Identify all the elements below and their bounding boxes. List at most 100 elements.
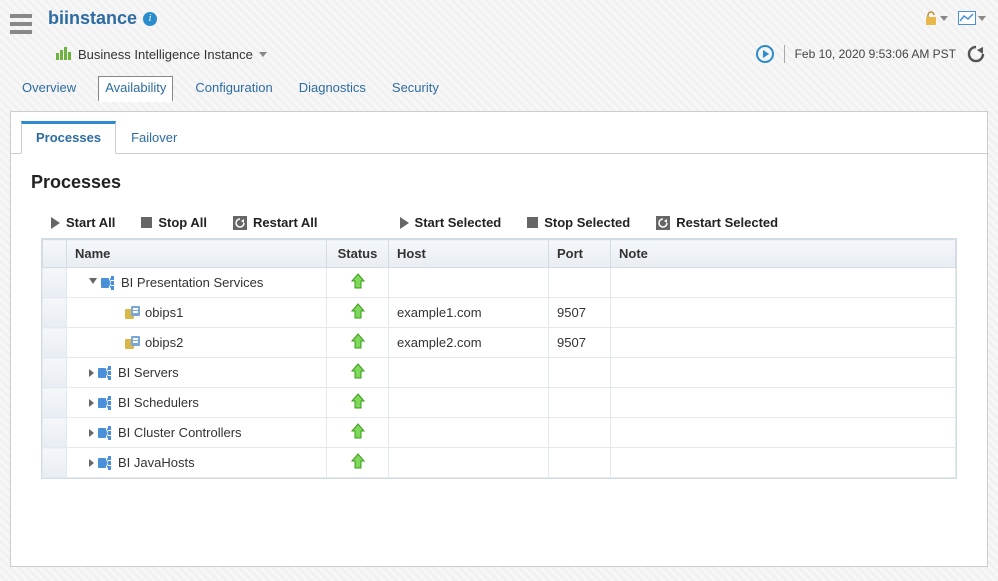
table-row[interactable]: BI Cluster Controllers: [43, 418, 956, 448]
page-title: biinstance: [48, 8, 137, 29]
host-cell: [389, 448, 549, 478]
port-cell: [549, 418, 611, 448]
component-icon: [98, 396, 114, 410]
note-cell: [611, 268, 956, 298]
expand-icon[interactable]: [89, 429, 94, 437]
collapse-icon[interactable]: [89, 278, 97, 288]
process-toolbar: Start All Stop All Restart All Start Sel…: [11, 211, 987, 238]
restart-icon: [233, 216, 247, 230]
instance-label: Business Intelligence Instance: [78, 47, 253, 62]
host-cell: [389, 418, 549, 448]
status-up-icon: [351, 393, 365, 409]
caret-down-icon: [259, 52, 267, 57]
component-icon: [98, 366, 114, 380]
col-status[interactable]: Status: [327, 240, 389, 268]
row-gutter: [43, 358, 67, 388]
table-row[interactable]: obips1 example1.com9507: [43, 298, 956, 328]
col-host[interactable]: Host: [389, 240, 549, 268]
expand-icon[interactable]: [89, 459, 94, 467]
tab-configuration[interactable]: Configuration: [191, 76, 276, 102]
process-name: BI Presentation Services: [121, 275, 263, 290]
expand-icon[interactable]: [89, 369, 94, 377]
tab-overview[interactable]: Overview: [18, 76, 80, 102]
host-cell: [389, 358, 549, 388]
process-name: BI Servers: [118, 365, 179, 380]
play-icon: [400, 217, 409, 229]
table-row[interactable]: obips2example2.com9507: [43, 328, 956, 358]
instance-type-dropdown[interactable]: Business Intelligence Instance: [56, 47, 267, 62]
component-icon: [98, 426, 114, 440]
play-button[interactable]: [756, 45, 774, 63]
table-row[interactable]: BI Servers: [43, 358, 956, 388]
col-name[interactable]: Name: [67, 240, 327, 268]
tab-diagnostics[interactable]: Diagnostics: [295, 76, 370, 102]
start-all-button[interactable]: Start All: [51, 215, 115, 230]
component-icon: [98, 456, 114, 470]
host-cell: example1.com: [389, 298, 549, 328]
restart-all-button[interactable]: Restart All: [233, 215, 318, 230]
col-expand: [43, 240, 67, 268]
divider: [784, 45, 785, 63]
col-note[interactable]: Note: [611, 240, 956, 268]
sub-tabs: ProcessesFailover: [11, 112, 987, 154]
port-cell: 9507: [549, 298, 611, 328]
col-port[interactable]: Port: [549, 240, 611, 268]
menu-icon[interactable]: [8, 12, 38, 36]
content-panel: ProcessesFailover Processes Start All St…: [10, 111, 988, 567]
process-name: BI Cluster Controllers: [118, 425, 242, 440]
note-cell: [611, 448, 956, 478]
restart-icon: [656, 216, 670, 230]
subtab-failover[interactable]: Failover: [116, 121, 192, 154]
stop-icon: [527, 217, 538, 228]
instance-icon: [125, 336, 141, 350]
process-name: obips2: [145, 335, 183, 350]
note-cell: [611, 388, 956, 418]
note-cell: [611, 418, 956, 448]
row-gutter: [43, 418, 67, 448]
table-row[interactable]: BI Presentation Services: [43, 268, 956, 298]
status-up-icon: [351, 273, 365, 289]
note-cell: [611, 358, 956, 388]
host-cell: [389, 388, 549, 418]
status-up-icon: [351, 423, 365, 439]
start-selected-button[interactable]: Start Selected: [400, 215, 502, 230]
note-cell: [611, 328, 956, 358]
stop-selected-button[interactable]: Stop Selected: [527, 215, 630, 230]
row-gutter: [43, 448, 67, 478]
chart-dropdown[interactable]: [958, 11, 986, 25]
host-cell: example2.com: [389, 328, 549, 358]
process-name: obips1: [145, 305, 183, 320]
note-cell: [611, 298, 956, 328]
process-name: BI JavaHosts: [118, 455, 195, 470]
tab-availability[interactable]: Availability: [98, 76, 173, 102]
status-up-icon: [351, 363, 365, 379]
row-gutter: [43, 298, 67, 328]
subtab-processes[interactable]: Processes: [21, 121, 116, 154]
port-cell: [549, 448, 611, 478]
port-cell: [549, 358, 611, 388]
row-gutter: [43, 328, 67, 358]
instance-icon: [125, 306, 141, 320]
restart-selected-button[interactable]: Restart Selected: [656, 215, 778, 230]
table-row[interactable]: BI JavaHosts: [43, 448, 956, 478]
port-cell: [549, 388, 611, 418]
play-icon: [51, 217, 60, 229]
stop-all-button[interactable]: Stop All: [141, 215, 207, 230]
row-gutter: [43, 388, 67, 418]
process-name: BI Schedulers: [118, 395, 199, 410]
stop-icon: [141, 217, 152, 228]
table-row[interactable]: BI Schedulers: [43, 388, 956, 418]
processes-table: Name Status Host Port Note BI Presentati…: [42, 239, 956, 478]
info-icon[interactable]: i: [143, 12, 157, 26]
tab-security[interactable]: Security: [388, 76, 443, 102]
last-refresh-timestamp: Feb 10, 2020 9:53:06 AM PST: [795, 47, 956, 61]
refresh-button[interactable]: [966, 44, 986, 64]
port-cell: [549, 268, 611, 298]
section-title: Processes: [31, 172, 987, 193]
bi-instance-icon: [56, 47, 72, 61]
component-icon: [101, 276, 117, 290]
caret-down-icon: [940, 16, 948, 21]
lock-dropdown[interactable]: [924, 10, 948, 26]
expand-icon[interactable]: [89, 399, 94, 407]
status-up-icon: [351, 333, 365, 349]
